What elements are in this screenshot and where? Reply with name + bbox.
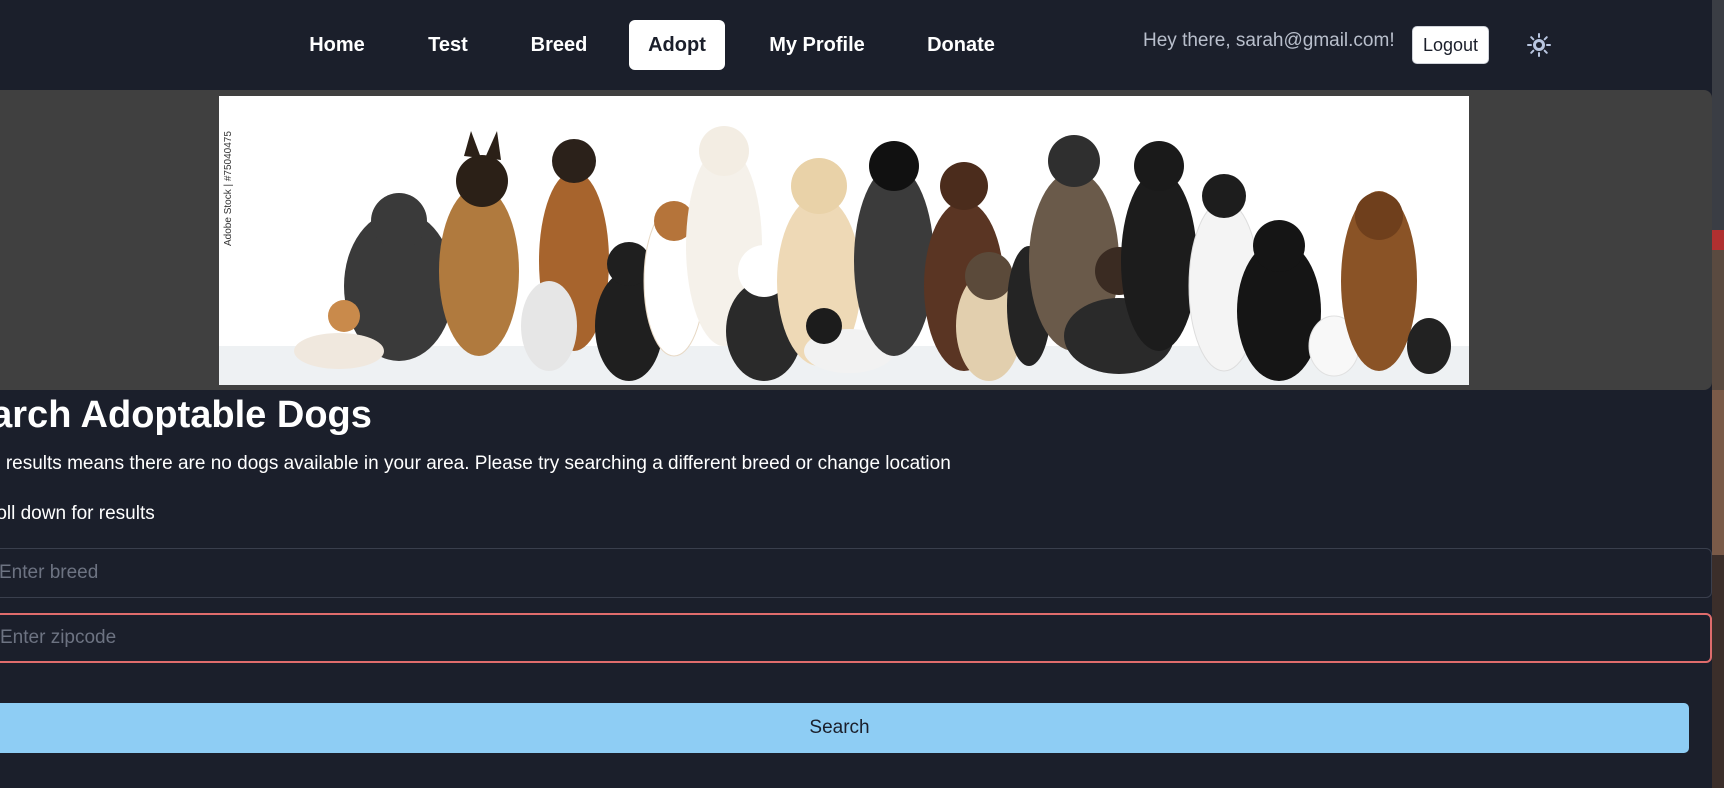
nav-link-test[interactable]: Test xyxy=(410,20,486,70)
user-greeting: Hey there, sarah@gmail.com! xyxy=(1143,30,1395,51)
navbar: Home Test Breed Adopt My Profile Donate … xyxy=(0,0,1712,90)
adjacent-window-strip xyxy=(1712,0,1724,788)
page: Home Test Breed Adopt My Profile Donate … xyxy=(0,0,1712,788)
nav-link-my-profile[interactable]: My Profile xyxy=(756,20,878,70)
search-button[interactable]: Search xyxy=(0,703,1689,753)
zipcode-input[interactable] xyxy=(0,613,1712,663)
nav-link-adopt[interactable]: Adopt xyxy=(629,20,725,70)
nav-link-home[interactable]: Home xyxy=(292,20,382,70)
breed-input[interactable] xyxy=(0,548,1712,598)
dogs-banner-image: Adobe Stock | #75040475 xyxy=(219,96,1469,385)
nav-link-donate[interactable]: Donate xyxy=(910,20,1012,70)
nav-link-breed[interactable]: Breed xyxy=(516,20,602,70)
page-title: earch Adoptable Dogs xyxy=(0,394,372,436)
logout-button[interactable]: Logout xyxy=(1412,26,1489,64)
no-results-info: o results means there are no dogs availa… xyxy=(0,453,951,474)
banner-watermark: Adobe Stock | #75040475 xyxy=(223,131,234,246)
scroll-hint: roll down for results xyxy=(0,503,155,524)
dogs-illustration xyxy=(219,96,1469,385)
sun-icon[interactable] xyxy=(1526,32,1552,58)
